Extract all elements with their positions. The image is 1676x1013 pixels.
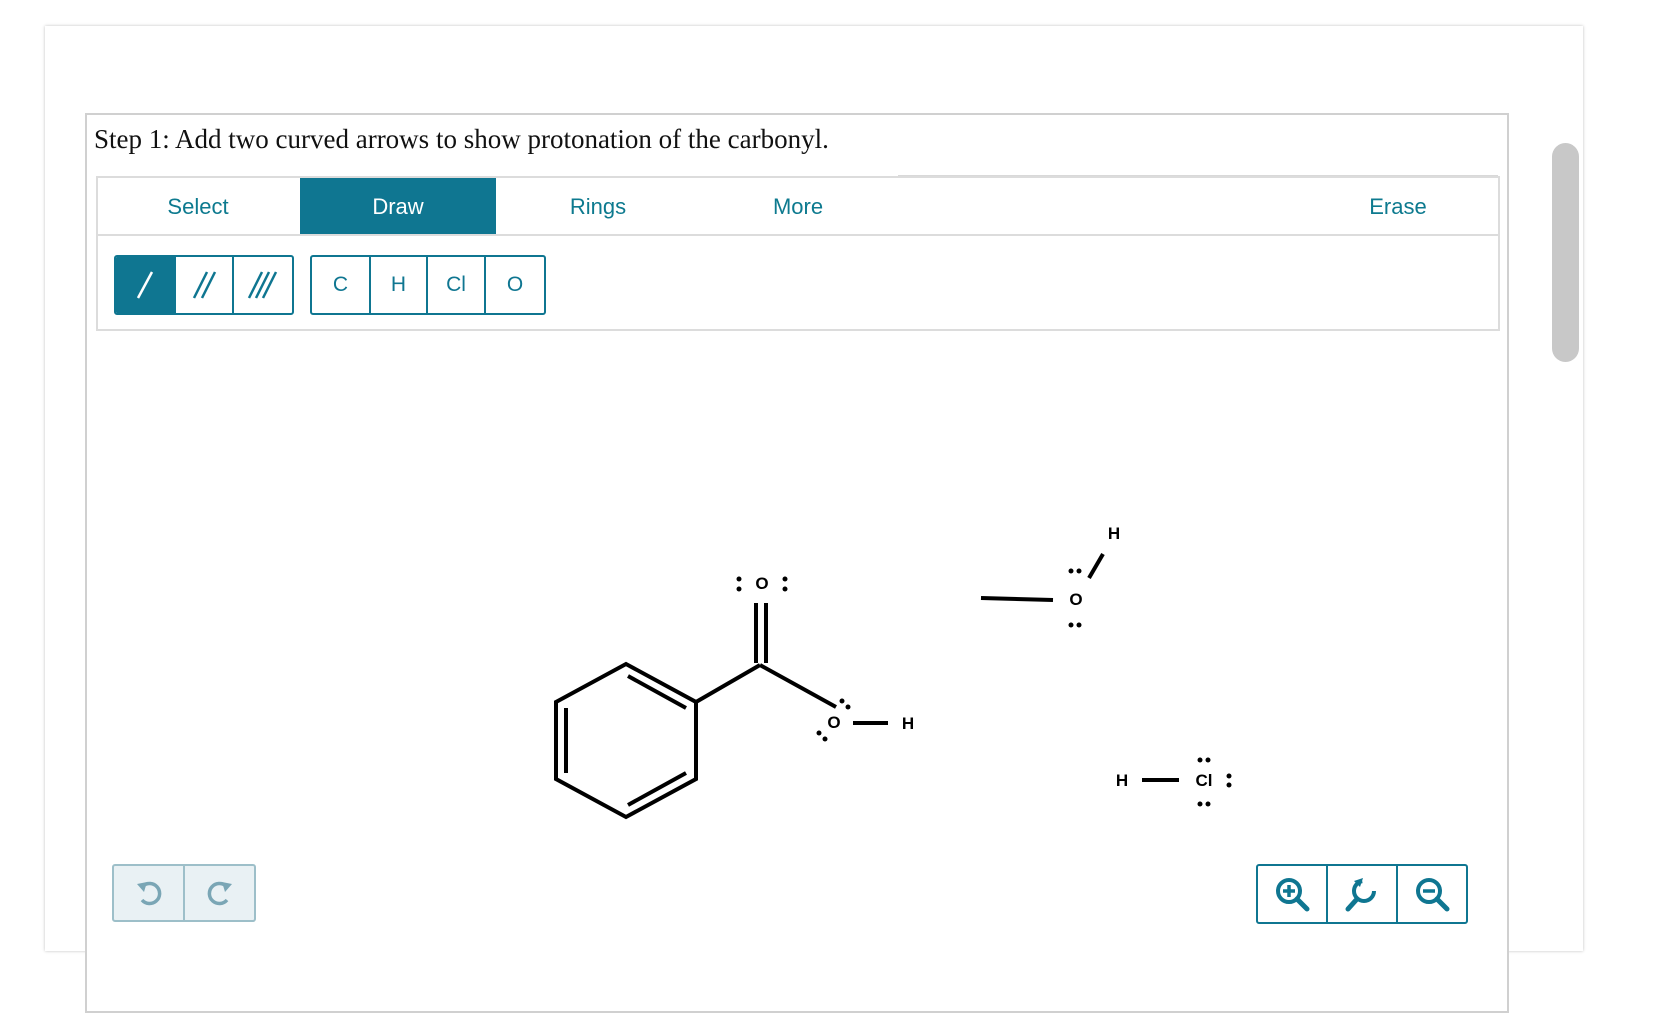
bond-o-h-ethanol[interactable] [1087,552,1105,580]
double-bond-button[interactable] [176,257,234,313]
atom-o-button[interactable]: O [486,257,544,313]
drawing-canvas[interactable]: O O H O H H Cl [96,333,1500,853]
hcl-hydrogen-label[interactable]: H [1116,771,1128,790]
tab-rings[interactable]: Rings [498,178,698,234]
history-group [112,864,256,922]
toolbar-tabs: Select Draw Rings More Erase [98,178,1498,236]
tab-more[interactable]: More [698,178,898,234]
tab-draw[interactable]: Draw [300,178,496,234]
carbonyl-oxygen-label[interactable]: O [755,574,768,593]
bond-type-group [114,255,294,315]
zoom-out-button[interactable] [1398,866,1466,922]
zoom-reset-button[interactable] [1328,866,1398,922]
bond-ring-carbonyl[interactable] [694,663,762,704]
ester-hydrogen-label[interactable]: H [902,714,914,733]
ester-oxygen-label[interactable]: O [827,713,840,732]
tab-select[interactable]: Select [98,178,298,234]
ethanol-hydrogen-label[interactable]: H [1108,524,1120,543]
zoom-in-button[interactable] [1258,866,1328,922]
double-bond-icon [192,271,217,299]
atom-c-button[interactable]: C [312,257,371,313]
tab-erase[interactable]: Erase [1298,178,1498,234]
triple-bond-icon [247,271,278,299]
step-title: Step 1: Add two curved arrows to show pr… [94,124,829,154]
benzene-ring[interactable] [554,661,698,820]
redo-button[interactable] [185,866,254,920]
single-bond-button[interactable] [116,257,176,313]
zoom-group [1256,864,1468,924]
hcl-chlorine-label[interactable]: Cl [1196,771,1213,790]
ethanol-oxygen-label[interactable]: O [1069,590,1082,609]
atom-group: C H Cl O [310,255,546,315]
sketcher-toolbar: Select Draw Rings More Erase C H Cl O [96,176,1500,331]
single-bond-icon [136,271,154,299]
atom-cl-button[interactable]: Cl [428,257,486,313]
zoom-reset-icon [1345,878,1376,912]
undo-button[interactable] [114,866,185,920]
triple-bond-button[interactable] [234,257,292,313]
zoom-in-icon [1276,878,1310,912]
undo-icon [136,881,161,906]
redo-icon [207,881,232,906]
bond-c-o-ethyl[interactable] [980,596,1054,602]
atom-h-button[interactable]: H [371,257,428,313]
bond-c-o-single[interactable] [759,663,837,709]
scrollbar-thumb[interactable] [1552,143,1579,362]
zoom-out-icon [1416,878,1450,912]
